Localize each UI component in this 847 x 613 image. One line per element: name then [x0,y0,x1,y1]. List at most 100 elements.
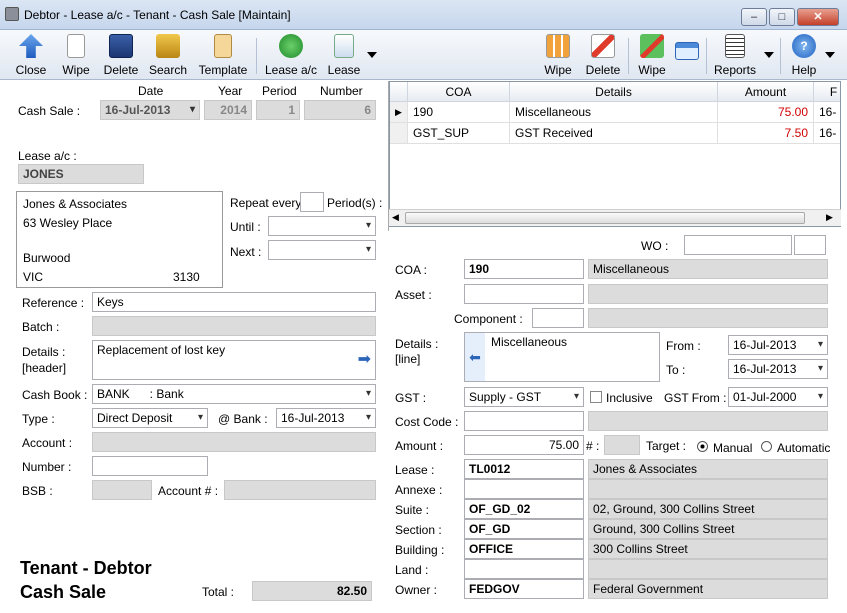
grid-delete-button[interactable]: Delete [582,32,624,78]
table-row-details[interactable]: Miscellaneous [510,102,718,123]
arrow-right-icon[interactable]: ➡ [358,351,371,369]
account-number-label: Account # : [158,484,219,498]
scroll-thumb[interactable] [405,212,805,224]
inclusive-checkbox[interactable] [590,391,602,403]
help-icon: ? [792,34,816,58]
arrow-left-icon[interactable]: ⬅ [465,333,485,381]
lines-grid[interactable]: COA Details Amount F ▶ 190 Miscellaneous… [389,81,841,227]
bsb-field [92,480,152,500]
grid-header-coa[interactable]: COA [408,82,510,102]
cost-code-field[interactable] [464,411,584,431]
grid-header-f[interactable]: F [814,82,840,102]
close-button[interactable]: Close [12,32,50,78]
maximize-button[interactable]: □ [769,8,795,26]
land-desc-field [588,559,828,579]
number-field[interactable] [92,456,208,476]
to-field[interactable]: 16-Jul-2013 [728,359,828,379]
address-line2: 63 Wesley Place [23,216,113,230]
details-header-field[interactable]: Replacement of lost key ➡ [92,340,376,380]
lease-desc-field: Jones & Associates [588,459,828,479]
bsb-label: BSB : [22,484,53,498]
until-label: Until : [230,220,261,234]
wipe-button[interactable]: Wipe [58,32,94,78]
grid-wipe-button[interactable]: Wipe [540,32,576,78]
building-field[interactable]: OFFICE [464,539,584,559]
table-row-amount[interactable]: 75.00 [718,102,814,123]
help-dropdown-arrow[interactable] [825,52,835,58]
wo-extra-field[interactable] [794,235,826,255]
wo-field[interactable] [684,235,792,255]
section-field[interactable]: OF_GD [464,519,584,539]
save-disk-icon [109,34,133,58]
repeat-every-label: Repeat every [230,196,302,210]
lease-ac-field[interactable]: JONES [18,164,144,184]
lease-ac-label: Lease a/c : [18,149,77,163]
scroll-right-icon[interactable]: ▶ [826,212,833,223]
gst-field[interactable]: Supply - GST [464,387,584,407]
address-line4: Burwood [23,251,71,265]
grid-header-details[interactable]: Details [510,82,718,102]
next-field[interactable] [268,240,376,260]
until-field[interactable] [268,216,376,236]
reports-dropdown-arrow[interactable] [764,52,774,58]
gst-from-field[interactable]: 01-Jul-2000 [728,387,828,407]
repeat-every-field[interactable] [300,192,324,212]
cost-code-label: Cost Code : [395,415,459,429]
annexe-field[interactable] [464,479,584,499]
manual-label: Manual [713,441,753,455]
cash-sale-label: Cash Sale : [18,104,81,118]
type-field[interactable]: Direct Deposit [92,408,208,428]
from-field[interactable]: 16-Jul-2013 [728,335,828,355]
automatic-label: Automatic [777,441,831,455]
table-row-f[interactable]: 16- [814,102,840,123]
delete-button[interactable]: Delete [100,32,142,78]
land-field[interactable] [464,559,584,579]
manual-radio[interactable] [697,441,708,452]
refresh-globe-icon [279,34,303,58]
table-row-coa[interactable]: 190 [408,102,510,123]
table-row-coa[interactable]: GST_SUP [408,123,510,144]
annexe-label: Annexe : [395,483,443,497]
row-selector[interactable] [390,123,408,144]
lease-dropdown-arrow[interactable] [367,52,377,58]
table-row-f[interactable]: 16- [814,123,840,144]
row-selector[interactable]: ▶ [390,102,408,123]
details-header-text: Replacement of lost key [97,343,226,357]
owner-field[interactable]: FEDGOV [464,579,584,599]
lease-field[interactable]: TL0012 [464,459,584,479]
details-line-label-sub: [line] [395,352,421,366]
component-label: Component : [454,312,523,326]
coa-field[interactable]: 190 [464,259,584,279]
help-button[interactable]: ? Help [786,32,822,78]
wo-label: WO : [641,239,669,253]
reports-button[interactable]: Reports [712,32,758,78]
automatic-radio[interactable] [761,441,772,452]
date-field[interactable]: 16-Jul-2013 [100,100,200,120]
template-button[interactable]: Template [196,32,250,78]
asset-field[interactable] [464,284,584,304]
close-window-button[interactable]: ✕ [797,8,839,26]
footer-title-2: Cash Sale [20,582,107,602]
window-view-button[interactable] [674,32,700,78]
details-header-label-sub: [header] [22,361,67,375]
component-field[interactable] [532,308,584,328]
search-button[interactable]: Search [146,32,190,78]
suite-field[interactable]: OF_GD_02 [464,499,584,519]
account-label: Account : [22,436,73,450]
reference-field[interactable]: Keys [92,292,376,312]
table-row-details[interactable]: GST Received [510,123,718,144]
wipe-all-button[interactable]: Wipe [632,32,672,78]
horizontal-scrollbar[interactable]: ◀ ▶ [389,209,841,226]
lease-ac-button[interactable]: Lease a/c [262,32,320,78]
details-line-field[interactable]: ⬅ Miscellaneous [464,332,660,382]
details-line-label: Details : [395,337,439,351]
minimize-button[interactable]: – [741,8,767,26]
at-bank-field[interactable]: 16-Jul-2013 [276,408,376,428]
amount-field[interactable]: 75.00 [464,435,584,455]
year-field: 2014 [204,100,252,120]
scroll-left-icon[interactable]: ◀ [392,212,399,223]
grid-header-amount[interactable]: Amount [718,82,814,102]
table-row-amount[interactable]: 7.50 [718,123,814,144]
lease-button[interactable]: Lease [324,32,364,78]
cash-book-field[interactable]: BANK : Bank [92,384,376,404]
